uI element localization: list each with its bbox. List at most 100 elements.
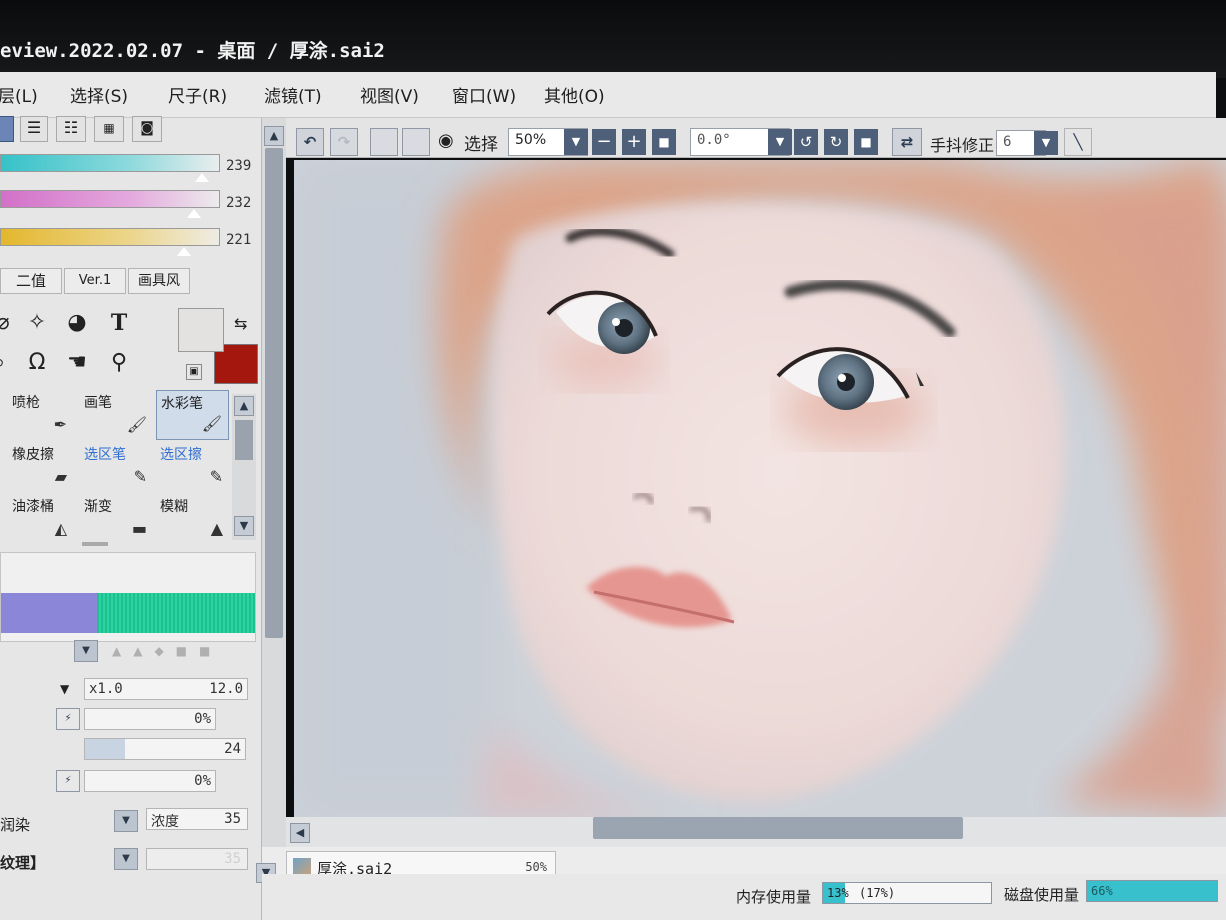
title-bar: eview.2022.02.07 - 桌面 / 厚涂.sai2: [0, 0, 1226, 78]
color-mode-bars-icon[interactable]: ☰: [20, 116, 48, 142]
color-mode-swatch-icon[interactable]: ◙: [132, 116, 162, 142]
density-field[interactable]: 24: [84, 738, 246, 760]
rotate-right-icon[interactable]: ↻: [824, 129, 848, 155]
window-title: eview.2022.02.07 - 桌面 / 厚涂.sai2: [0, 40, 385, 62]
size-value: 12.0: [209, 681, 243, 697]
brush-label: 橡皮擦: [12, 447, 54, 463]
rotate-left-icon[interactable]: ↺: [794, 129, 818, 155]
rotate-icon[interactable]: Ω: [22, 348, 52, 378]
tab-ver1[interactable]: Ver.1: [64, 268, 126, 294]
magic-wand-icon[interactable]: ✧: [22, 308, 52, 338]
brush-eraser[interactable]: 橡皮擦 ▰: [0, 442, 73, 492]
redo-icon[interactable]: ↷: [330, 128, 358, 156]
brush-brush[interactable]: 画笔 🖌: [80, 390, 153, 440]
scroll-up-icon[interactable]: ▲: [234, 396, 254, 416]
concentration-label: 浓度: [151, 814, 179, 830]
brush-airbrush[interactable]: 喷枪 ✒: [0, 390, 73, 440]
scroll-down-icon[interactable]: ▼: [234, 516, 254, 536]
brush-select-pen[interactable]: 选区笔 ✎: [80, 442, 153, 492]
brush-watercolor[interactable]: 水彩笔 🖌: [156, 390, 229, 440]
color-mode-grid-icon[interactable]: ▦: [94, 116, 124, 142]
min-size-pressure-icon[interactable]: ⚡: [56, 708, 80, 730]
swap-colors-icon[interactable]: ⇆: [234, 314, 247, 333]
brush-scrollbar-thumb[interactable]: [235, 420, 253, 460]
tab-brush-style[interactable]: 画具风: [128, 268, 190, 294]
min-density-value: 0%: [194, 773, 211, 789]
brush-label: 选区擦: [160, 447, 202, 463]
rotation-dropdown-icon[interactable]: ▼: [768, 129, 792, 155]
brush-blur[interactable]: 模糊 ▲: [156, 494, 229, 544]
undo-icon[interactable]: ↶: [296, 128, 324, 156]
eyedropper-icon[interactable]: ⚲: [104, 348, 134, 378]
canvas-vertical-scrollbar[interactable]: ▲: [262, 118, 286, 888]
shape-icon[interactable]: ◕: [62, 308, 92, 338]
size-field[interactable]: x1.0 12.0: [84, 678, 248, 700]
color-slider-3[interactable]: [0, 228, 220, 256]
watercolor-icon: 🖌: [201, 414, 222, 433]
canvas-horizontal-scrollbar[interactable]: ◀: [286, 817, 1226, 847]
select-visibility-label[interactable]: 选择: [464, 130, 498, 155]
menu-window[interactable]: 窗口(W): [452, 82, 516, 107]
tab-binary[interactable]: 二值: [0, 268, 62, 294]
flip-horizontal-icon[interactable]: ⇄: [892, 128, 922, 156]
zoom-dropdown-icon[interactable]: ▼: [564, 129, 588, 155]
panel-divider[interactable]: [82, 542, 108, 546]
transparent-color-icon[interactable]: ▣: [186, 364, 202, 380]
zoom-out-icon[interactable]: −: [592, 129, 616, 155]
menu-ruler[interactable]: 尺子(R): [168, 82, 227, 107]
horizontal-scroll-thumb[interactable]: [593, 817, 963, 839]
stabilizer-dropdown-icon[interactable]: ▼: [1034, 131, 1058, 155]
canvas-toolbar: ↶ ↷ ◉ 选择 50% ▼ − + ■ 0.0° ▼ ↺ ↻ ■ ⇄ 手抖修正…: [286, 118, 1226, 158]
eraser-icon: ▰: [54, 467, 67, 486]
color-slider-2-handle[interactable]: [187, 209, 201, 218]
memory-usage-meter: 13% (17%): [822, 882, 992, 904]
eye-icon[interactable]: ◉: [438, 130, 454, 151]
pen-pressure-icon[interactable]: ╲: [1064, 128, 1092, 156]
menu-layer[interactable]: 层(L): [0, 82, 38, 107]
drawing-canvas[interactable]: [294, 160, 1226, 817]
color-mode-list-icon[interactable]: ☷: [56, 116, 86, 142]
text-tool-icon[interactable]: T: [104, 308, 134, 338]
invert-selection-icon[interactable]: [402, 128, 430, 156]
brush-label: 选区笔: [84, 447, 126, 463]
menu-filter[interactable]: 滤镜(T): [264, 82, 322, 107]
color-slider-2[interactable]: [0, 190, 220, 218]
zoom-in-icon[interactable]: +: [622, 129, 646, 155]
lasso-icon[interactable]: ⌀: [0, 308, 18, 338]
menu-bar: 层(L) 选择(S) 尺子(R) 滤镜(T) 视图(V) 窗口(W) 其他(O): [0, 72, 1216, 118]
hand-icon[interactable]: ☚: [62, 348, 92, 378]
color-slider-3-handle[interactable]: [177, 247, 191, 256]
brush-select-eraser[interactable]: 选区擦 ✎: [156, 442, 229, 492]
menu-select[interactable]: 选择(S): [70, 82, 128, 107]
vertical-scroll-thumb[interactable]: [265, 148, 283, 638]
brush-label: 模糊: [160, 499, 188, 515]
scroll-up-icon[interactable]: ▲: [264, 126, 284, 146]
menu-other[interactable]: 其他(O): [544, 82, 605, 107]
size-dropdown-icon[interactable]: ▼: [60, 682, 69, 696]
brush-bucket[interactable]: 油漆桶 ◭: [0, 494, 73, 544]
foreground-color-swatch[interactable]: [178, 308, 224, 352]
concentration-field[interactable]: 浓度 35: [146, 808, 248, 830]
brush-shape-presets[interactable]: ▲▲◆■■: [112, 644, 222, 658]
color-slider-1-handle[interactable]: [195, 173, 209, 182]
min-density-field[interactable]: 0%: [84, 770, 216, 792]
brush-gradient[interactable]: 渐变 ▬: [80, 494, 153, 544]
deselect-icon[interactable]: [370, 128, 398, 156]
blend-dropdown[interactable]: ▼: [114, 810, 138, 832]
zoom-icon[interactable]: ⌕: [0, 348, 14, 378]
brush-scrollbar[interactable]: ▲ ▼: [232, 394, 256, 540]
memory-usage-label: 内存使用量: [736, 888, 812, 906]
color-slider-1-value: 239: [226, 158, 252, 174]
min-density-pressure-icon[interactable]: ⚡: [56, 770, 80, 792]
menu-view[interactable]: 视图(V): [360, 82, 419, 107]
texture-dropdown[interactable]: ▼: [114, 848, 138, 870]
color-mode-button-1[interactable]: [0, 116, 14, 142]
texture-value: 35: [224, 851, 241, 867]
brush-shape-dropdown[interactable]: ▼: [74, 640, 98, 662]
scroll-left-icon[interactable]: ◀: [290, 823, 310, 843]
min-size-field[interactable]: 0%: [84, 708, 216, 730]
zoom-reset-icon[interactable]: ■: [652, 129, 676, 155]
rotation-reset-icon[interactable]: ■: [854, 129, 878, 155]
brush-grid: 喷枪 ✒ 画笔 🖌 水彩笔 🖌 橡皮擦 ▰ 选区笔 ✎ 选区擦 ✎ 油漆桶 ◭ 渐变 ▬ 模糊 ▲: [0, 390, 232, 540]
color-slider-1[interactable]: [0, 154, 220, 182]
